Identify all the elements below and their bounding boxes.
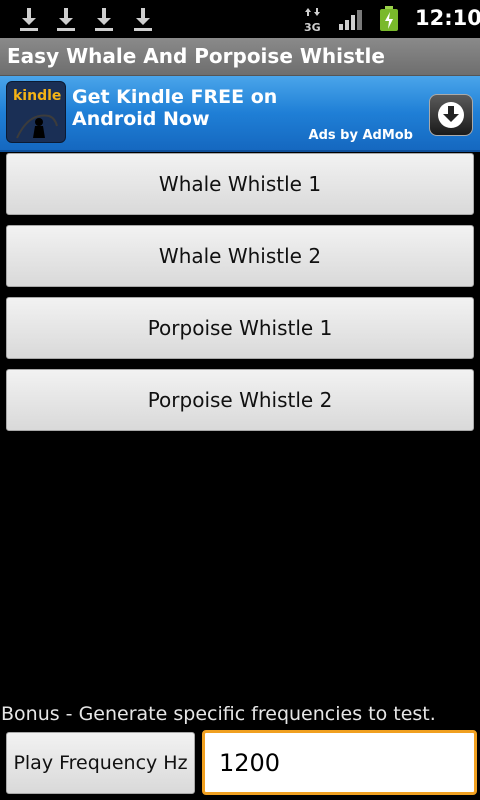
reader-under-tree-icon [16, 114, 58, 139]
frequency-input[interactable]: 1200 [202, 730, 477, 795]
kindle-logo-icon: kindle [6, 81, 66, 143]
ad-headline: Get Kindle FREE on Android Now [72, 86, 278, 130]
status-bar: 3G 12:10 [0, 0, 480, 38]
download-icon [57, 8, 75, 31]
bonus-description: Bonus - Generate specific frequencies to… [1, 703, 436, 725]
kindle-logo-text: kindle [13, 88, 62, 104]
3g-data-icon: 3G [304, 8, 321, 33]
download-icon [95, 8, 113, 31]
whale-whistle-1-button[interactable]: Whale Whistle 1 [6, 153, 474, 215]
ad-banner[interactable]: kindle Get Kindle FREE on Android Now Ad… [0, 76, 480, 152]
porpoise-whistle-2-button[interactable]: Porpoise Whistle 2 [6, 369, 474, 431]
clock: 12:10 [415, 6, 480, 30]
app-title: Easy Whale And Porpoise Whistle [7, 44, 385, 68]
porpoise-whistle-1-button[interactable]: Porpoise Whistle 1 [6, 297, 474, 359]
ad-download-button[interactable] [429, 94, 473, 136]
download-icon [20, 8, 38, 31]
signal-bars-icon [339, 10, 362, 30]
play-frequency-button[interactable]: Play Frequency Hz [6, 732, 195, 794]
ad-attribution: Ads by AdMob [308, 128, 413, 143]
battery-charging-icon [380, 6, 398, 31]
whale-whistle-2-button[interactable]: Whale Whistle 2 [6, 225, 474, 287]
app-title-bar: Easy Whale And Porpoise Whistle [0, 38, 480, 76]
download-circle-icon [438, 102, 464, 128]
svg-text:3G: 3G [304, 21, 321, 33]
download-icon [134, 8, 152, 31]
